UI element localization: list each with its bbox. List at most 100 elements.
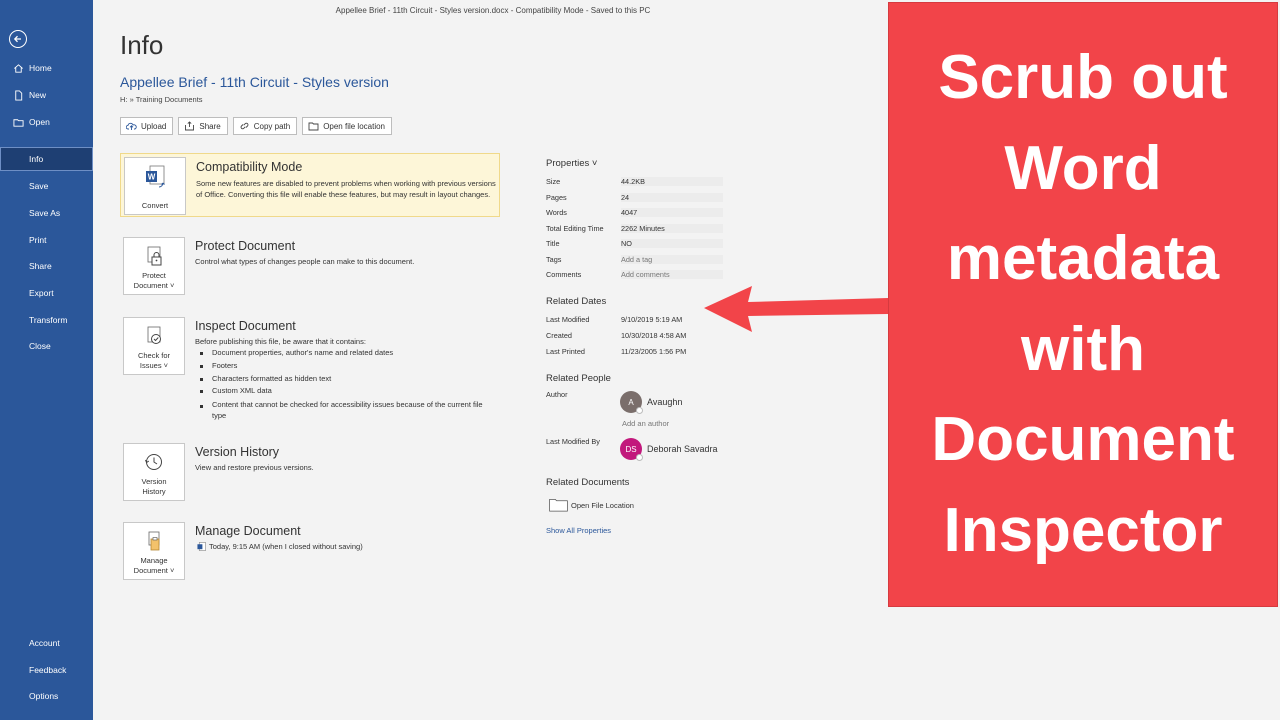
headline-line: Document	[931, 405, 1235, 474]
share-label: Share	[199, 121, 221, 131]
word-document-icon	[197, 542, 206, 551]
sidebar-item-save[interactable]: Save	[0, 174, 93, 198]
sidebar-item-open[interactable]: Open	[0, 110, 93, 134]
sidebar-item-options[interactable]: Options	[0, 684, 93, 708]
manage-document-button[interactable]: Manage Document ˅	[123, 522, 185, 580]
headline-overlay: Scrub out Word metadata with Document In…	[888, 2, 1278, 607]
show-all-properties-link[interactable]: Show All Properties	[546, 526, 611, 535]
property-row-pages: Pages 24	[546, 193, 726, 205]
folder-icon	[549, 499, 568, 512]
sidebar-item-account[interactable]: Account	[0, 631, 93, 655]
list-item: Custom XML data	[195, 385, 495, 398]
convert-button[interactable]: W Convert	[124, 157, 186, 215]
modified-by-person[interactable]: DS Deborah Savadra	[620, 438, 718, 461]
version-heading: Version History	[195, 445, 280, 459]
upload-icon	[126, 121, 137, 131]
sidebar-item-close[interactable]: Close	[0, 334, 93, 358]
comments-field[interactable]: Add comments	[621, 270, 723, 279]
property-row-title: Title NO	[546, 239, 726, 251]
inspect-document-section: Check for Issues ˅ Inspect Document Befo…	[120, 316, 500, 426]
sidebar-item-label: Transform	[29, 315, 68, 325]
date-row-created: Created 10/30/2018 4:58 AM	[546, 331, 726, 343]
convert-label: Convert	[141, 200, 169, 210]
protect-document-button[interactable]: Protect Document ˅	[123, 237, 185, 295]
sidebar-item-label: Close	[29, 341, 51, 351]
check-for-issues-icon	[147, 326, 161, 344]
title-field[interactable]: NO	[621, 239, 723, 248]
protect-document-section: Protect Document ˅ Protect Document Cont…	[120, 236, 500, 300]
property-key: Words	[546, 208, 567, 217]
sidebar-item-transform[interactable]: Transform	[0, 308, 93, 332]
version-tile-label: Version	[141, 477, 167, 486]
property-key: Tags	[546, 255, 562, 264]
list-item: Content that cannot be checked for acces…	[195, 400, 495, 421]
upload-button[interactable]: Upload	[120, 117, 174, 135]
inspect-text: Before publishing this file, be aware th…	[195, 337, 366, 346]
copy-path-button[interactable]: Copy path	[232, 117, 298, 135]
property-value: 4047	[621, 208, 723, 217]
presence-icon	[636, 407, 643, 414]
home-icon	[12, 62, 24, 74]
compatibility-mode-section: W Convert Compatibility Mode Some new fe…	[120, 153, 500, 217]
sidebar-item-label: Feedback	[29, 665, 67, 675]
sidebar-item-export[interactable]: Export	[0, 281, 93, 305]
avatar-initials: A	[628, 397, 634, 407]
sidebar-item-label: Options	[29, 691, 59, 701]
open-file-location-label: Open file location	[323, 121, 386, 131]
sidebar-item-save-as[interactable]: Save As	[0, 201, 93, 225]
property-row-words: Words 4047	[546, 208, 726, 220]
property-value: 2262 Minutes	[621, 224, 723, 233]
property-value: 24	[621, 193, 723, 202]
related-dates-heading: Related Dates	[546, 296, 607, 307]
upload-label: Upload	[141, 121, 167, 131]
author-person[interactable]: A Avaughn	[620, 391, 682, 414]
tags-field[interactable]: Add a tag	[621, 255, 723, 264]
sidebar-item-home[interactable]: Home	[0, 56, 93, 80]
check-for-issues-button[interactable]: Check for Issues ˅	[123, 317, 185, 375]
date-key: Last Modified	[546, 315, 590, 324]
list-item: Document properties, author's name and r…	[195, 347, 495, 360]
list-item: Footers	[195, 360, 495, 373]
presence-icon	[636, 454, 643, 461]
sidebar-item-label: New	[29, 90, 47, 100]
autosaved-version-link[interactable]: Today, 9:15 AM (when I closed without sa…	[197, 542, 363, 551]
sidebar-item-print[interactable]: Print	[0, 228, 93, 252]
sidebar-item-new[interactable]: New	[0, 83, 93, 107]
sidebar-item-label: Open	[29, 117, 50, 127]
sidebar-item-label: Export	[29, 288, 54, 298]
open-file-location-link[interactable]: Open File Location	[549, 498, 634, 512]
properties-dropdown[interactable]: Properties ˅	[546, 158, 598, 169]
modified-by-label: Last Modified By	[546, 437, 600, 446]
sidebar-item-label: Info	[29, 154, 44, 164]
list-item: Characters formatted as hidden text	[195, 373, 495, 386]
document-title: Appellee Brief - 11th Circuit - Styles v…	[120, 74, 389, 90]
add-author-field[interactable]: Add an author	[622, 419, 669, 428]
sidebar-item-label: Home	[29, 63, 52, 73]
version-history-button[interactable]: Version History	[123, 443, 185, 501]
related-people-heading: Related People	[546, 373, 611, 384]
sidebar-item-share[interactable]: Share	[0, 254, 93, 278]
back-arrow-icon[interactable]	[9, 30, 27, 48]
sidebar-item-label: Save As	[29, 208, 61, 218]
headline-line: metadata	[946, 224, 1220, 293]
related-documents-heading: Related Documents	[546, 477, 630, 488]
share-button[interactable]: Share	[178, 117, 228, 135]
open-file-location-label: Open File Location	[571, 500, 634, 510]
property-row-comments: Comments Add comments	[546, 270, 726, 282]
sidebar-item-info[interactable]: Info	[0, 147, 93, 171]
version-tile-label-2: History	[142, 486, 166, 496]
sidebar-item-feedback[interactable]: Feedback	[0, 658, 93, 682]
manage-heading: Manage Document	[195, 524, 301, 538]
inspect-issue-list: Document properties, author's name and r…	[195, 347, 495, 421]
open-file-location-button[interactable]: Open file location	[302, 117, 393, 135]
date-key: Last Printed	[546, 347, 585, 356]
property-key: Title	[546, 239, 560, 248]
sidebar-item-label: Save	[29, 181, 49, 191]
protect-heading: Protect Document	[195, 239, 296, 253]
backstage-sidebar: Home New Open Info Save Save As Print Sh…	[0, 0, 93, 720]
headline-line: Word	[1004, 133, 1162, 203]
property-row-editing-time: Total Editing Time 2262 Minutes	[546, 224, 726, 236]
property-value: 44.2KB	[621, 177, 723, 186]
protect-text: Control what types of changes people can…	[195, 257, 415, 266]
property-key: Total Editing Time	[546, 224, 604, 233]
